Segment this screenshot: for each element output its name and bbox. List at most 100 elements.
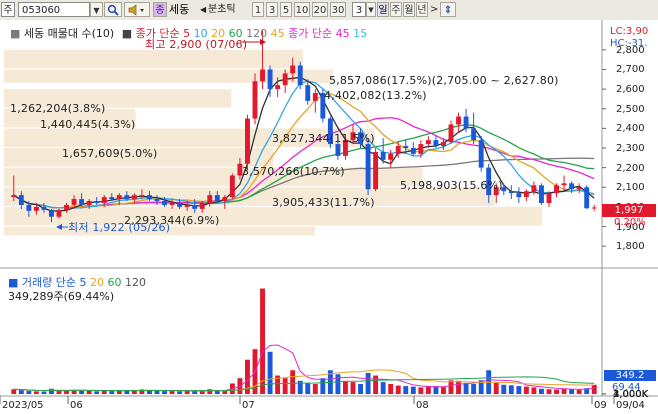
price-tick-label: 2,200 bbox=[616, 162, 645, 174]
period-btn-30[interactable]: 30 bbox=[330, 2, 346, 17]
price-tick-label: 2,100 bbox=[616, 182, 645, 194]
candle bbox=[441, 142, 446, 147]
volume-bar bbox=[94, 391, 100, 394]
period-btn-3[interactable]: 3 bbox=[266, 2, 278, 17]
candle bbox=[56, 209, 62, 217]
stock-type-badge: 종 bbox=[153, 2, 167, 17]
period-btn-10[interactable]: 10 bbox=[294, 2, 310, 17]
candle bbox=[154, 199, 160, 202]
search-button[interactable] bbox=[104, 2, 122, 17]
legend-vol120: 120 bbox=[125, 276, 146, 289]
price-tick-label: 2,400 bbox=[616, 123, 645, 135]
candle bbox=[531, 185, 537, 192]
candle bbox=[433, 140, 439, 147]
next-arrow-icon[interactable]: > bbox=[430, 2, 438, 17]
candle bbox=[448, 124, 454, 143]
candle bbox=[275, 85, 281, 90]
volume-bar bbox=[312, 383, 318, 394]
volume-bar bbox=[33, 391, 39, 394]
volume-bar bbox=[260, 288, 265, 394]
volume-bar bbox=[320, 378, 326, 394]
volume-bar bbox=[343, 380, 348, 394]
month-button[interactable]: 월 bbox=[403, 2, 415, 17]
candle bbox=[290, 65, 296, 74]
volume-bar bbox=[425, 386, 431, 394]
candle bbox=[192, 204, 198, 209]
volume-bar bbox=[358, 383, 363, 394]
vp-label-7: 3,570,266(10.7%) bbox=[242, 165, 345, 178]
volume-profile-bar bbox=[4, 167, 423, 187]
year-button[interactable]: 년 bbox=[416, 2, 428, 17]
candle bbox=[282, 73, 288, 86]
volume-bar bbox=[591, 384, 597, 394]
candle bbox=[260, 69, 265, 82]
volume-bar bbox=[124, 390, 130, 394]
candle bbox=[41, 206, 47, 210]
volume-bar bbox=[177, 391, 183, 394]
candle bbox=[373, 151, 379, 190]
candle bbox=[64, 204, 69, 210]
volume-bar bbox=[49, 388, 54, 394]
current-volume-badge: 349.2 bbox=[604, 370, 656, 381]
volume-bar bbox=[516, 386, 522, 394]
period-btn-20[interactable]: 20 bbox=[312, 2, 328, 17]
candle bbox=[471, 128, 477, 141]
candle bbox=[418, 144, 424, 154]
volume-percent-label: 69.44 bbox=[612, 382, 641, 393]
candle bbox=[312, 93, 318, 101]
period-left-arrow-icon[interactable]: ◀ bbox=[200, 2, 208, 17]
legend-close2: 종가 단순 bbox=[288, 27, 333, 40]
volume-bar bbox=[373, 375, 379, 394]
interval-input[interactable]: 3 bbox=[352, 2, 366, 17]
legend-ma120: 120 bbox=[246, 27, 268, 40]
candle bbox=[26, 204, 32, 211]
volume-bar bbox=[267, 351, 273, 394]
code-dropdown-icon[interactable]: ▼ bbox=[90, 2, 103, 17]
candle bbox=[516, 193, 522, 198]
volume-bar bbox=[26, 390, 32, 394]
day-button[interactable]: 일 bbox=[377, 2, 389, 17]
candle bbox=[456, 116, 461, 125]
candle bbox=[229, 175, 235, 198]
vp-label-8: 5,198,903(15.6%) bbox=[400, 179, 503, 192]
candle bbox=[569, 183, 575, 190]
week-button[interactable]: 주 bbox=[390, 2, 402, 17]
candle bbox=[169, 202, 175, 205]
vp-label-4: 1,440,445(4.3%) bbox=[40, 118, 136, 131]
search-icon bbox=[107, 4, 119, 16]
candle bbox=[199, 202, 205, 209]
candle bbox=[523, 191, 529, 198]
period-btn-5[interactable]: 5 bbox=[280, 2, 292, 17]
sound-button[interactable] bbox=[124, 2, 150, 17]
vp-label-2: 4,402,082(13.2%) bbox=[324, 89, 427, 102]
low-annotation: 최저 1,922 (05/26) bbox=[68, 221, 171, 234]
updown-icon[interactable]: ⇕ bbox=[440, 2, 456, 17]
candle bbox=[18, 195, 24, 205]
candle bbox=[403, 146, 409, 148]
candle bbox=[388, 153, 394, 160]
vp-label-5: 3,827,344(11.5%) bbox=[272, 132, 375, 145]
lc-label: LC:3,90 bbox=[610, 26, 649, 37]
volume-bar bbox=[199, 391, 205, 394]
stock-code-input[interactable]: 053060 bbox=[18, 2, 90, 17]
candle bbox=[109, 197, 115, 200]
interval-dropdown-icon[interactable]: ▼ bbox=[366, 2, 376, 17]
volume-bar bbox=[493, 382, 499, 394]
candle bbox=[11, 195, 17, 198]
period-unit-label[interactable]: 분초틱 bbox=[208, 2, 252, 17]
period-btn-1[interactable]: 1 bbox=[252, 2, 264, 17]
candle bbox=[365, 144, 371, 190]
speaker-icon bbox=[128, 4, 144, 16]
volume-bar bbox=[305, 382, 311, 394]
volume-bar bbox=[531, 387, 537, 394]
volume-bar bbox=[290, 370, 296, 394]
volume-bar bbox=[508, 385, 514, 394]
market-selector[interactable]: 주 bbox=[1, 2, 15, 17]
price-tick-label: 2,800 bbox=[616, 44, 645, 56]
current-price-badge: 1,997 bbox=[602, 204, 656, 217]
volume-bar bbox=[388, 383, 394, 394]
volume-bar bbox=[154, 390, 160, 394]
volume-bar bbox=[448, 380, 454, 394]
legend-volume: 거래량 단순 5 bbox=[21, 276, 87, 289]
candle bbox=[162, 201, 167, 205]
